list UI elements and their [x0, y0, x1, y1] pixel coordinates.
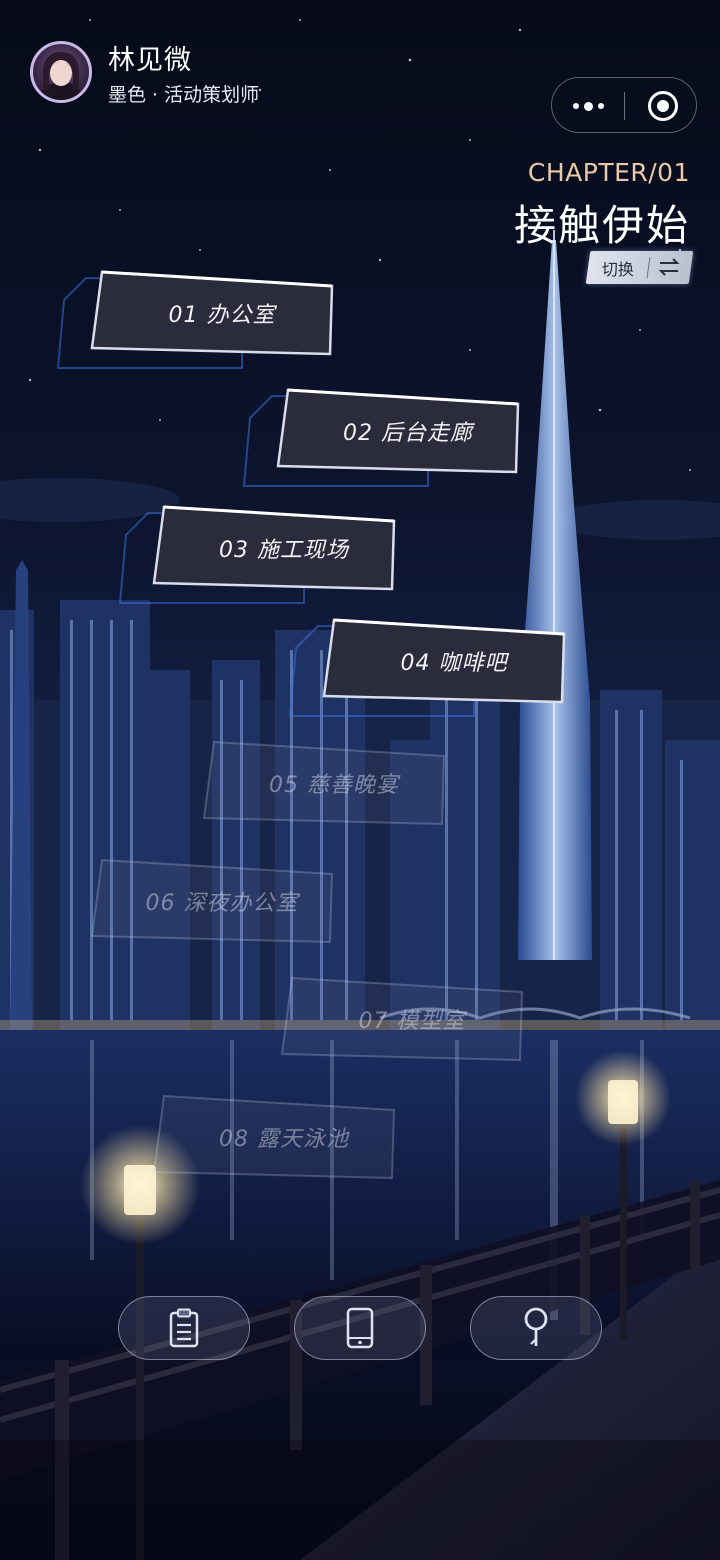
capsule-divider	[624, 92, 625, 120]
investigate-button[interactable]	[470, 1296, 602, 1360]
scene-label: 02 后台走廊	[343, 421, 473, 446]
switch-label: 切换	[601, 260, 634, 279]
miniprogram-capsule	[551, 77, 697, 133]
swap-arrows-icon	[658, 258, 680, 276]
dot-icon	[572, 103, 579, 109]
user-role: 墨色 · 活动策划师	[108, 84, 260, 106]
switch-divider	[646, 257, 651, 278]
scene-label: 08 露天泳池	[219, 1127, 349, 1152]
phone-icon	[346, 1307, 374, 1349]
scene-label: 01 办公室	[168, 303, 276, 328]
scene-label: 03 施工现场	[219, 538, 349, 563]
more-options-button[interactable]	[552, 78, 624, 134]
chapter-number: CHAPTER/01	[527, 158, 690, 187]
scene-label: 04 咖啡吧	[400, 651, 508, 676]
phone-button[interactable]	[294, 1296, 426, 1360]
chapter-title: 接触伊始	[513, 201, 690, 250]
dot-icon	[583, 101, 593, 111]
scene-card-02[interactable]: 02 后台走廊	[242, 388, 520, 487]
scene-card-07-locked[interactable]: 07 模型室	[262, 976, 524, 1062]
search-pin-icon	[524, 1307, 548, 1346]
user-name: 林见微	[108, 45, 192, 76]
scene-card-06-locked[interactable]: 06 深夜办公室	[72, 858, 334, 944]
switch-chapter-button[interactable]: 切换	[585, 251, 694, 284]
notes-button[interactable]	[118, 1296, 250, 1360]
avatar[interactable]	[30, 41, 92, 103]
scene-label: 06 深夜办公室	[145, 891, 299, 916]
scene-card-04[interactable]: 04 咖啡吧	[288, 618, 566, 717]
close-target-icon[interactable]	[648, 91, 678, 121]
scene-card-05-locked[interactable]: 05 慈善晚宴	[184, 740, 446, 826]
avatar-portrait-icon	[37, 52, 85, 100]
scene-label: 05 慈善晚宴	[269, 773, 399, 798]
clipboard-icon	[169, 1308, 199, 1348]
scene-card-08-locked[interactable]: 08 露天泳池	[134, 1094, 396, 1180]
scene-card-01[interactable]: 01 办公室	[56, 270, 334, 369]
scene-card-03[interactable]: 03 施工现场	[118, 505, 396, 604]
scene-label: 07 模型室	[358, 1009, 466, 1034]
dot-icon	[597, 103, 604, 109]
